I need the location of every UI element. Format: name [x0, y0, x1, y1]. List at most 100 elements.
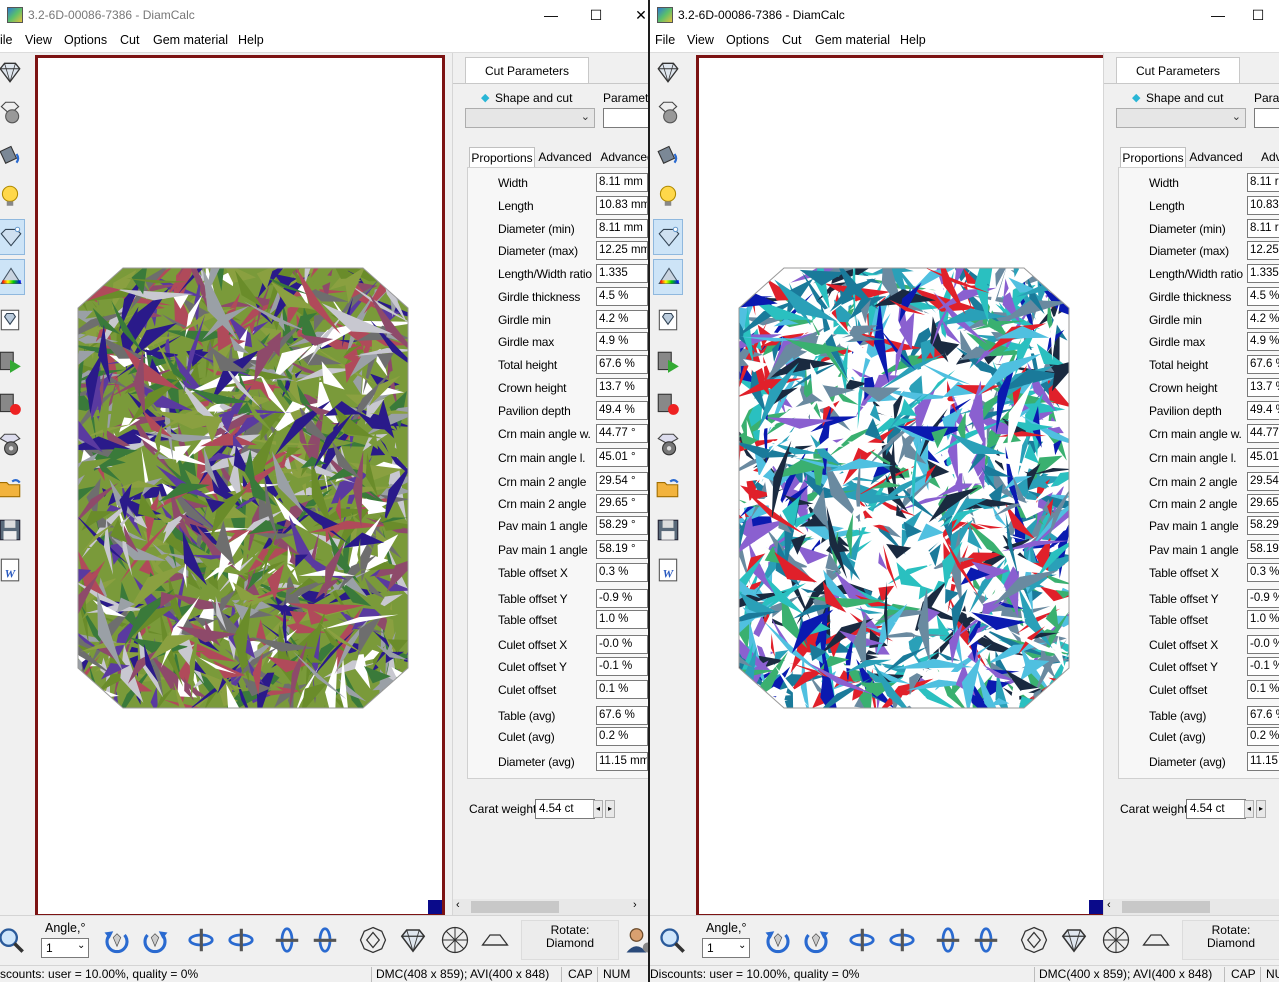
param-value-field[interactable]: 67.6 %: [596, 706, 648, 725]
shape-and-cut-dropdown[interactable]: ⌄: [1116, 108, 1246, 128]
maximize-button[interactable]: ☐: [1247, 4, 1269, 26]
param-value-field[interactable]: 1.0 %: [596, 610, 648, 629]
param-value-field[interactable]: -0.9 %: [596, 589, 648, 608]
open-folder-tool[interactable]: [0, 471, 25, 507]
param-value-field[interactable]: -0.0 %: [1247, 635, 1279, 654]
param-value-field[interactable]: 0.2 %: [596, 727, 648, 746]
param-value-field[interactable]: 11.15 mm: [596, 752, 648, 771]
side-view-button[interactable]: [1058, 923, 1090, 957]
tab-advanced-2[interactable]: Advan: [1248, 147, 1279, 167]
panel-horizontal-scrollbar[interactable]: ‹ ›: [453, 899, 648, 915]
param-value-field[interactable]: 12.25 mm: [596, 241, 648, 260]
carat-weight-field[interactable]: 4.54 ct: [535, 799, 595, 819]
param-value-field[interactable]: 4.2 %: [1247, 310, 1279, 329]
carat-increment-button[interactable]: ▸: [605, 800, 615, 818]
open-folder-tool[interactable]: [653, 471, 683, 507]
param-value-field[interactable]: 49.4 %: [596, 401, 648, 420]
flip-v-down-button[interactable]: [309, 923, 341, 957]
close-button[interactable]: ✕: [630, 4, 648, 26]
menu-item-cut[interactable]: Cut: [782, 33, 801, 47]
diamond-sparkle-tool[interactable]: [0, 219, 25, 255]
param-value-field[interactable]: 13.7 %: [596, 378, 648, 397]
top-view-button[interactable]: [1018, 923, 1050, 957]
flip-h-right-button[interactable]: [225, 923, 257, 957]
rotate-mode-box[interactable]: Rotate: Diamond: [1182, 920, 1279, 960]
param-value-field[interactable]: 8.11 mm: [596, 219, 648, 238]
param-value-field[interactable]: 11.15: [1247, 752, 1279, 771]
menu-item-view[interactable]: View: [25, 33, 52, 47]
param-value-field[interactable]: 4.9 %: [1247, 332, 1279, 351]
param-value-field[interactable]: 45.01 °: [596, 448, 648, 467]
param-value-field[interactable]: 8.11 r: [1247, 219, 1279, 238]
menu-item-options[interactable]: Options: [64, 33, 107, 47]
tab-proportions[interactable]: Proportions: [1120, 147, 1186, 168]
shape-and-cut-dropdown[interactable]: ⌄: [465, 108, 595, 128]
paint-bucket-tool[interactable]: [0, 137, 25, 173]
side-view-button[interactable]: [397, 923, 429, 957]
param-value-field[interactable]: 29.54: [1247, 472, 1279, 491]
param-value-field[interactable]: 10.83 mm: [596, 196, 648, 215]
diamond-card-tool[interactable]: [0, 303, 25, 339]
carat-decrement-button[interactable]: ◂: [593, 800, 603, 818]
flip-h-left-button[interactable]: [846, 923, 878, 957]
tab-advanced-1[interactable]: Advanced: [535, 147, 595, 167]
param-value-field[interactable]: 1.0 %: [1247, 610, 1279, 629]
param-value-field[interactable]: -0.9 %: [1247, 589, 1279, 608]
param-value-field[interactable]: 0.1 %: [596, 680, 648, 699]
rotate-cw-button[interactable]: [139, 923, 171, 957]
param-value-field[interactable]: 67.6 %: [596, 355, 648, 374]
param-value-field[interactable]: 58.29 °: [596, 516, 648, 535]
param-value-field[interactable]: 67.6 %: [1247, 706, 1279, 725]
menu-item-view[interactable]: View: [687, 33, 714, 47]
scroll-right-arrow-icon[interactable]: ›: [633, 899, 637, 911]
flip-v-down-button[interactable]: [970, 923, 1002, 957]
flip-h-left-button[interactable]: [185, 923, 217, 957]
bottom-view-button[interactable]: [439, 923, 471, 957]
save-disk-tool[interactable]: [653, 513, 683, 549]
param-value-field[interactable]: -0.1 %: [596, 657, 648, 676]
crown-view-button[interactable]: [1140, 923, 1172, 957]
param-value-field[interactable]: 0.3 %: [1247, 563, 1279, 582]
gem-viewport[interactable]: [35, 55, 445, 917]
param-value-field[interactable]: 49.4 %: [1247, 401, 1279, 420]
rotate-ccw-button[interactable]: [762, 923, 794, 957]
paint-bucket-tool[interactable]: [653, 137, 683, 173]
param-value-field[interactable]: 58.29: [1247, 516, 1279, 535]
param-value-field[interactable]: 8.11 r: [1247, 173, 1279, 192]
menu-item-gem-material[interactable]: Gem material: [815, 33, 890, 47]
param-value-field[interactable]: -0.0 %: [596, 635, 648, 654]
menu-item-help[interactable]: Help: [900, 33, 926, 47]
param-value-field[interactable]: 67.6 %: [1247, 355, 1279, 374]
scroll-thumb[interactable]: [471, 901, 559, 913]
param-value-field[interactable]: 4.5 %: [596, 287, 648, 306]
tab-cut-parameters[interactable]: Cut Parameters: [465, 57, 589, 84]
light-bulb-tool[interactable]: [0, 179, 25, 215]
video-play-tool[interactable]: [653, 345, 683, 381]
carat-decrement-button[interactable]: ◂: [1244, 800, 1254, 818]
scroll-left-arrow-icon[interactable]: ‹: [1107, 899, 1111, 911]
param-value-field[interactable]: 10.83: [1247, 196, 1279, 215]
param-value-field[interactable]: 0.2 %: [1247, 727, 1279, 746]
param-value-field[interactable]: 1.335: [596, 264, 648, 283]
menu-item-options[interactable]: Options: [726, 33, 769, 47]
param-value-field[interactable]: 29.65: [1247, 494, 1279, 513]
diamond-view-tool[interactable]: [653, 55, 683, 91]
film-reel-tool[interactable]: [653, 427, 683, 463]
minimize-button[interactable]: —: [1207, 4, 1229, 26]
minimize-button[interactable]: —: [540, 4, 562, 26]
maximize-button[interactable]: ☐: [585, 4, 607, 26]
tab-proportions[interactable]: Proportions: [469, 147, 535, 168]
param-value-field[interactable]: 4.2 %: [596, 310, 648, 329]
rotate-ccw-button[interactable]: [101, 923, 133, 957]
menu-item-file[interactable]: File: [655, 33, 675, 47]
diamond-sparkle-tool[interactable]: [653, 219, 683, 255]
word-export-tool[interactable]: W: [653, 553, 683, 589]
param-value-field[interactable]: 13.7 %: [1247, 378, 1279, 397]
param-value-field[interactable]: 12.25: [1247, 241, 1279, 260]
menu-item-file[interactable]: ile: [0, 33, 13, 47]
bottom-view-button[interactable]: [1100, 923, 1132, 957]
carat-weight-field[interactable]: 4.54 ct: [1186, 799, 1246, 819]
scroll-thumb[interactable]: [1122, 901, 1210, 913]
video-play-tool[interactable]: [0, 345, 25, 381]
tab-cut-parameters[interactable]: Cut Parameters: [1116, 57, 1240, 84]
